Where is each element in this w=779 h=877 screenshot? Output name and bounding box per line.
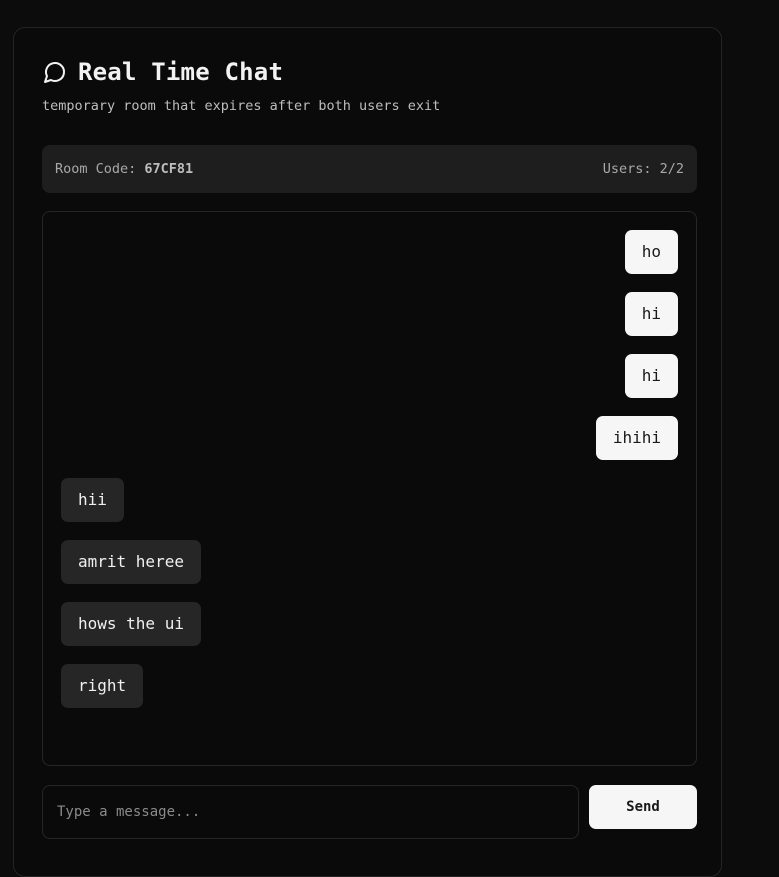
message-incoming: hii	[61, 478, 124, 522]
message-incoming: right	[61, 664, 144, 708]
page-title: Real Time Chat	[78, 58, 284, 86]
users-count: 2/2	[659, 161, 684, 177]
message-outgoing: hi	[624, 354, 678, 398]
message-outgoing: ho	[624, 230, 678, 274]
room-code-value: 67CF81	[144, 161, 194, 177]
users-label: Users:	[602, 161, 660, 177]
message-incoming: amrit heree	[61, 540, 201, 584]
room-code-label: Room Code:	[55, 161, 145, 177]
send-button[interactable]: Send	[589, 785, 697, 829]
room-info-bar: Room Code: 67CF81 Users: 2/2	[42, 145, 697, 193]
chat-header: Real Time Chat	[42, 58, 283, 86]
users-group: Users: 2/2	[603, 161, 684, 177]
message-composer: Send	[42, 785, 697, 839]
message-incoming: hows the ui	[61, 602, 201, 646]
message-list[interactable]: ho hi hi ihihi hii amrit heree hows the …	[42, 211, 697, 766]
chat-card: Real Time Chat temporary room that expir…	[13, 27, 722, 877]
message-outgoing: ihihi	[595, 416, 678, 460]
room-code-group: Room Code: 67CF81	[55, 161, 193, 177]
chat-bubble-icon	[42, 59, 68, 85]
message-input[interactable]	[42, 785, 579, 839]
message-outgoing: hi	[624, 292, 678, 336]
page-subtitle: temporary room that expires after both u…	[42, 98, 441, 114]
